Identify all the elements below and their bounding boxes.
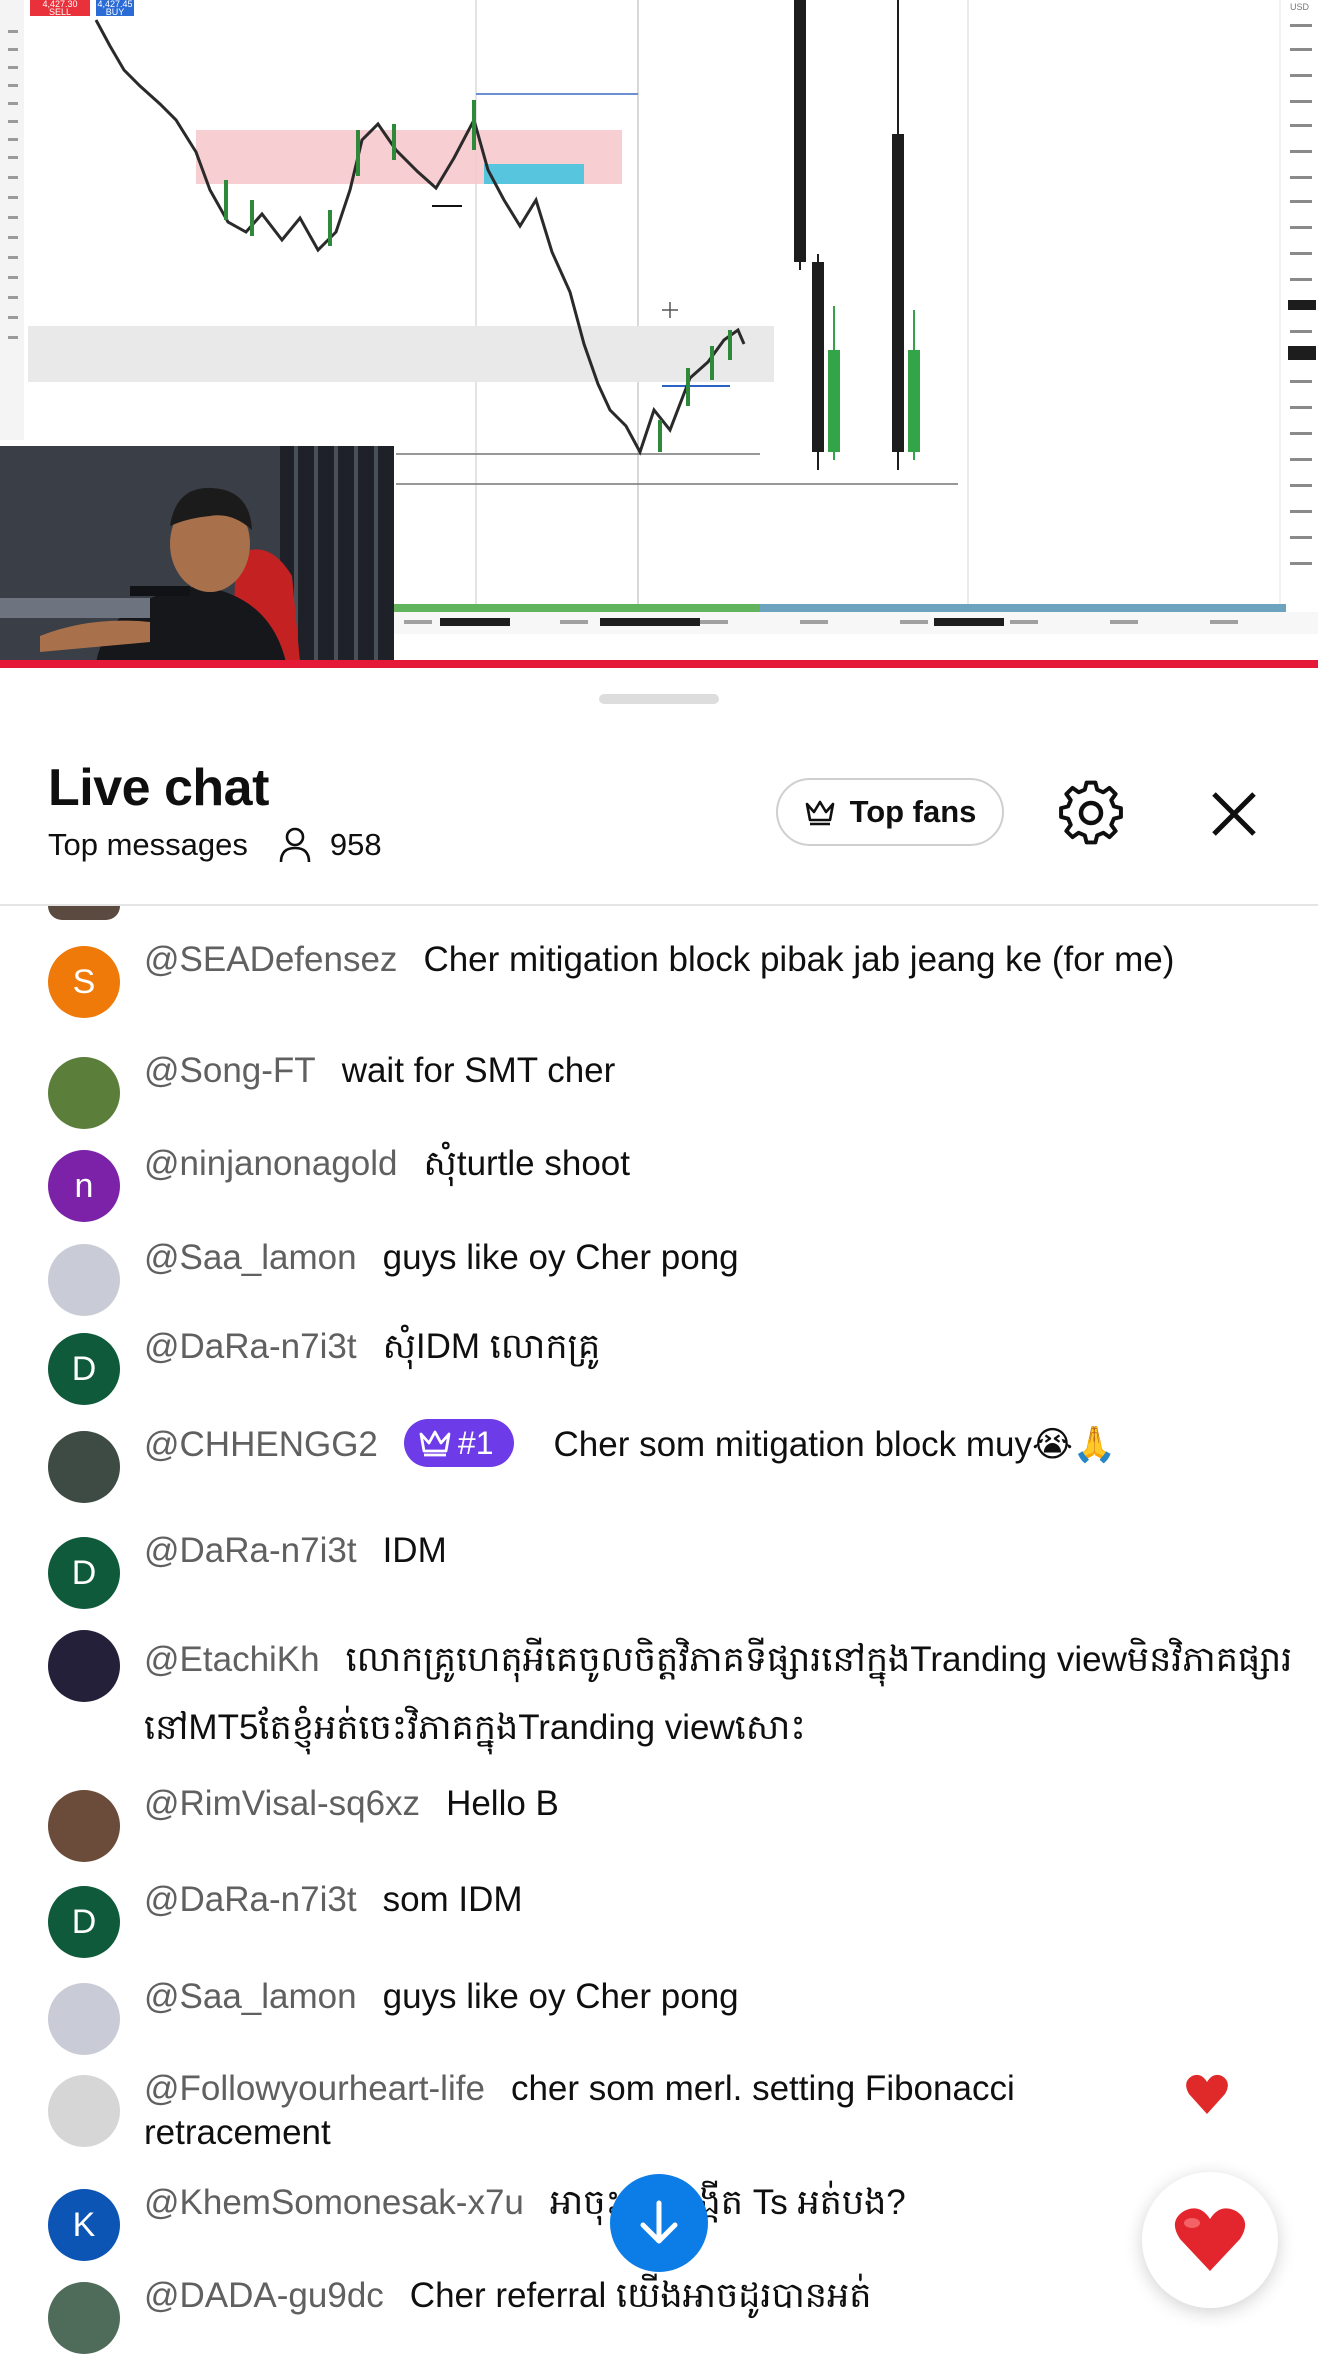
avatar[interactable]: K [48, 2189, 120, 2261]
floating-heart-icon [1184, 2072, 1230, 2118]
top-fan-badge: #1 [403, 1418, 514, 1467]
buy-ticket[interactable]: 4,427.45 BUY [96, 0, 134, 17]
avatar[interactable]: D [48, 1886, 120, 1958]
message-author[interactable]: @DaRa-n7i3t [144, 1327, 357, 1366]
message-author[interactable]: @CHHENGG2 [144, 1425, 378, 1464]
scroll-to-bottom-button[interactable] [610, 2174, 708, 2272]
header-divider [0, 904, 1318, 906]
avatar[interactable] [48, 2282, 120, 2354]
video-player[interactable]: 4,427.30 SELL 4,427.45 BUY USD [0, 0, 1318, 668]
message-author[interactable]: @EtachiKh [144, 1640, 320, 1679]
avatar[interactable] [48, 2075, 120, 2147]
message-text: Hello B [446, 1784, 559, 1823]
avatar[interactable]: S [48, 946, 120, 1018]
message-author[interactable]: @RimVisal-sq6xz [144, 1784, 420, 1823]
clipped-avatar [48, 906, 120, 920]
top-fans-label: Top fans [849, 794, 977, 829]
avatar[interactable]: D [48, 1333, 120, 1405]
settings-gear-icon[interactable] [1056, 778, 1126, 848]
chat-subheader: Top messages 958 [48, 826, 382, 864]
message-text: wait for SMT cher [341, 1051, 616, 1090]
message-author[interactable]: @SEADefensez [144, 940, 397, 979]
message-author[interactable]: @DADA-gu9dc [144, 2276, 384, 2315]
badge-rank: #1 [457, 1424, 494, 1461]
message-text: guys like oy Cher pong [382, 1238, 739, 1277]
drag-handle[interactable] [599, 694, 719, 704]
message-author[interactable]: @DaRa-n7i3t [144, 1531, 357, 1570]
message-text: សុំIDM លោកគ្រូ [382, 1327, 601, 1366]
avatar[interactable] [48, 1244, 120, 1316]
currency-label: USD [1290, 2, 1310, 12]
viewer-count-value: 958 [329, 827, 382, 862]
message-author[interactable]: @ninjanonagold [144, 1144, 398, 1183]
avatar[interactable] [48, 1983, 120, 2055]
sell-ticket[interactable]: 4,427.30 SELL [32, 0, 88, 17]
crown-icon [419, 1430, 451, 1457]
message-text: IDM [382, 1531, 447, 1570]
message-author[interactable]: @Song-FT [144, 1051, 316, 1090]
message-author[interactable]: @KhemSomonesak-x7u [144, 2183, 524, 2222]
heart-icon [1174, 2208, 1246, 2271]
message-author[interactable]: @Saa_lamon [144, 1977, 357, 2016]
message-text: som IDM [382, 1880, 523, 1919]
avatar[interactable] [48, 1790, 120, 1862]
avatar[interactable] [48, 1630, 120, 1702]
message-text: សុំturtle shoot [423, 1144, 630, 1183]
message-author[interactable]: @Followyourheart-life [144, 2069, 485, 2108]
message-text: Cher mitigation block pibak jab jeang ke… [423, 940, 1175, 979]
chat-title: Live chat [48, 759, 269, 817]
message-text: guys like oy Cher pong [382, 1977, 739, 2016]
message-author[interactable]: @DaRa-n7i3t [144, 1880, 357, 1919]
avatar[interactable]: n [48, 1150, 120, 1222]
message-author[interactable]: @Saa_lamon [144, 1238, 357, 1277]
buy-label: BUY [105, 7, 125, 17]
message-text: អាចុះមកបង្កើត Ts អត់បង? [549, 2183, 906, 2222]
viewer-count: 958 [278, 826, 382, 864]
crown-icon [805, 800, 834, 826]
arrow-down-icon [640, 2200, 678, 2244]
top-fans-button[interactable]: Top fans [776, 778, 1004, 846]
close-icon[interactable] [1206, 786, 1262, 842]
video-progress-bar[interactable] [0, 660, 1318, 668]
message-text: Cher referral យើងអាចដូរបានអត់ [409, 2276, 872, 2315]
avatar[interactable]: D [48, 1537, 120, 1609]
message-text: Cher som mitigation block muy😭🙏 [553, 1425, 1117, 1464]
heart-reaction-button[interactable] [1142, 2172, 1278, 2308]
person-icon [279, 827, 311, 863]
sell-label: SELL [48, 7, 72, 17]
chat-mode-selector[interactable]: Top messages [48, 827, 248, 863]
avatar[interactable] [48, 1431, 120, 1503]
avatar[interactable] [48, 1057, 120, 1129]
webcam-overlay [0, 446, 394, 662]
